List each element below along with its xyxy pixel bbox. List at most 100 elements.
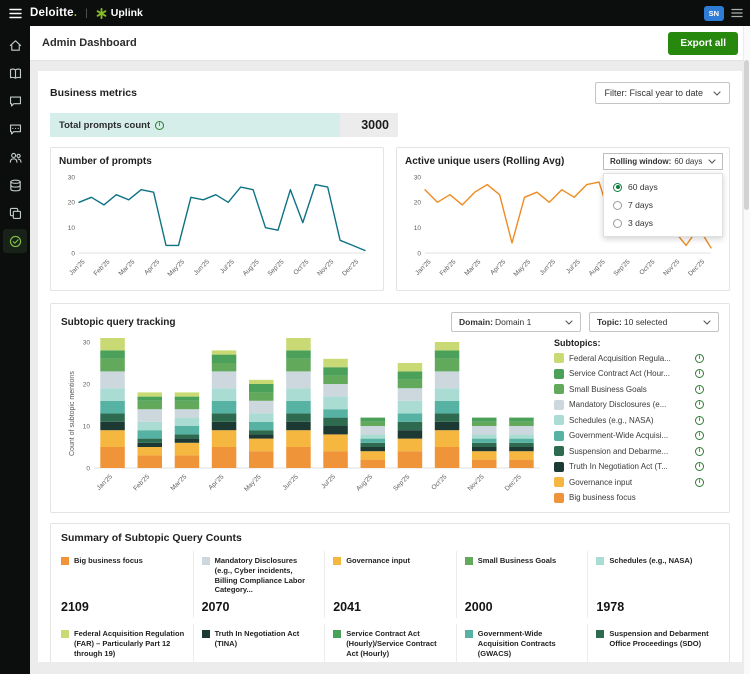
svg-text:Sep'25: Sep'25 <box>266 258 285 277</box>
rolling-option-3-days[interactable]: 3 days <box>604 214 722 232</box>
summary-title: Summary of Subtopic Query Counts <box>61 532 242 544</box>
rolling-window-select[interactable]: Rolling window: 60 days <box>603 153 723 170</box>
rolling-option-label: 7 days <box>628 200 654 210</box>
database-icon[interactable] <box>3 173 27 197</box>
fiscal-filter-dropdown[interactable]: Filter: Fiscal year to date <box>595 82 730 104</box>
svg-text:Nov'25: Nov'25 <box>316 258 335 277</box>
business-metrics-title: Business metrics <box>50 87 137 99</box>
chat-icon[interactable] <box>3 89 27 113</box>
summary-cell: Federal Acquisition Regulation (FAR) – P… <box>61 624 193 662</box>
prompts-line-chart: 0 10 20 30 Jan'25 Feb'25 Mar'25 Apr'25 May'25 Jun… <box>68 174 366 278</box>
svg-text:Mar'25: Mar'25 <box>169 473 188 492</box>
summary-cell-value: 1309 <box>333 658 448 662</box>
info-icon[interactable]: i <box>695 400 704 409</box>
legend-item: Governance input i <box>554 477 704 487</box>
summary-cell-value: 2000 <box>464 600 493 614</box>
library-icon[interactable] <box>3 61 27 85</box>
uplink-asterisk-icon <box>96 7 107 19</box>
total-prompts-bar: Total prompts count i 3000 <box>50 113 398 137</box>
check-circle-icon[interactable] <box>3 229 27 253</box>
legend-swatch-icon <box>554 384 564 394</box>
info-icon[interactable]: i <box>695 477 704 487</box>
summary-card: Summary of Subtopic Query Counts Big bus… <box>50 523 730 662</box>
legend-swatch-icon <box>554 399 564 410</box>
users-icon[interactable] <box>3 145 27 169</box>
summary-cell-header: Government-Wide Acquisition Contracts (G… <box>464 629 580 658</box>
svg-text:30: 30 <box>68 174 76 181</box>
prompts-chart-card: Number of prompts 0 10 20 30 Jan'25 Feb'25 Mar… <box>50 147 384 291</box>
summary-cell-label: Suspension and Debarment Office Proceedi… <box>609 629 709 648</box>
svg-text:20: 20 <box>83 381 91 388</box>
legend-label: Big business focus <box>569 493 636 502</box>
info-icon[interactable]: i <box>155 120 165 130</box>
legend-item: Service Contract Act (Hour... i <box>554 368 704 379</box>
svg-text:Aug'25: Aug'25 <box>355 473 374 492</box>
svg-text:Jul'25: Jul'25 <box>565 258 582 275</box>
svg-text:Feb'25: Feb'25 <box>132 473 151 492</box>
info-icon[interactable]: i <box>695 384 704 394</box>
topic-dropdown[interactable]: Topic: 10 selected <box>589 312 719 332</box>
subtopic-tracking-card: Subtopic query tracking Domain: Domain 1 … <box>50 303 730 513</box>
active-users-chart-card: Active unique users (Rolling Avg) 0 10 20 3… <box>396 147 730 291</box>
svg-text:20: 20 <box>68 200 76 207</box>
top-header: Deloitte. | Uplink SN <box>0 0 750 26</box>
feedback-icon[interactable] <box>3 117 27 141</box>
legend-item: Big business focus <box>554 492 704 503</box>
legend-swatch-icon <box>554 353 564 363</box>
deloitte-logo: Deloitte. <box>30 7 78 19</box>
svg-text:10: 10 <box>414 225 422 232</box>
hamburger-menu-icon[interactable] <box>0 8 30 19</box>
svg-text:Mar'25: Mar'25 <box>118 258 137 277</box>
info-icon[interactable]: i <box>695 431 704 440</box>
summary-cell-value: 1978 <box>596 600 625 614</box>
rolling-window-value: 60 days <box>674 157 703 166</box>
legend-label: Small Business Goals <box>569 384 647 394</box>
home-icon[interactable] <box>3 33 27 57</box>
rolling-window-menu: 60 days 7 days 3 days <box>603 173 723 237</box>
domain-dropdown[interactable]: Domain: Domain 1 <box>451 312 581 332</box>
info-icon[interactable]: i <box>695 353 704 363</box>
summary-cell-value: 2109 <box>61 600 89 614</box>
apps-menu-icon[interactable] <box>731 8 743 18</box>
rolling-option-7-days[interactable]: 7 days <box>604 196 722 214</box>
summary-cell-header: Service Contract Act (Hourly)/Service Co… <box>333 629 448 658</box>
svg-text:10: 10 <box>68 225 76 232</box>
rolling-option-60-days[interactable]: 60 days <box>604 178 722 196</box>
summary-cell-label: Schedules (e.g., NASA) <box>609 556 693 565</box>
summary-cell-label: Service Contract Act (Hourly)/Service Co… <box>346 629 437 658</box>
copy-icon[interactable] <box>3 201 27 225</box>
svg-text:Oct'25: Oct'25 <box>638 258 656 276</box>
summary-cell-header: Federal Acquisition Regulation (FAR) – P… <box>61 629 185 658</box>
legend-label: Governance input <box>569 477 633 487</box>
svg-text:Oct'25: Oct'25 <box>430 473 448 491</box>
export-all-button[interactable]: Export all <box>668 31 738 55</box>
legend-label: Truth In Negotiation Act (T... <box>569 462 668 471</box>
info-icon[interactable]: i <box>695 415 704 425</box>
subtopic-stacked-bar-chart: 0 10 20 30 Jan'25 Feb'25 Mar'25 Apr'25 May'25 Jun… <box>83 338 540 493</box>
summary-cell: Service Contract Act (Hourly)/Service Co… <box>324 624 456 662</box>
info-icon[interactable]: i <box>695 462 704 471</box>
vertical-scrollbar[interactable] <box>743 26 750 674</box>
summary-cell-label: Small Business Goals <box>477 556 557 565</box>
rolling-option-label: 3 days <box>628 218 654 228</box>
legend-item: Mandatory Disclosures (e... i <box>554 399 704 410</box>
summary-cell-label: Truth In Negotiation Act (TINA) <box>214 629 300 648</box>
subtopic-color-icon <box>61 557 69 565</box>
legend-swatch-icon <box>554 446 564 456</box>
user-initials-badge[interactable]: SN <box>703 5 724 21</box>
total-prompts-label: Total prompts count <box>59 119 151 131</box>
summary-cell-label: Big business focus <box>74 556 143 565</box>
svg-text:Jun'25: Jun'25 <box>539 258 558 277</box>
svg-text:Dec'25: Dec'25 <box>687 258 706 277</box>
rolling-option-label: 60 days <box>628 182 658 192</box>
radio-icon <box>613 218 622 228</box>
legend-label: Schedules (e.g., NASA) <box>569 415 654 425</box>
svg-text:Mar'25: Mar'25 <box>464 258 483 277</box>
info-icon[interactable]: i <box>695 369 704 378</box>
svg-text:30: 30 <box>414 174 422 181</box>
chevron-down-icon <box>708 159 716 164</box>
info-icon[interactable]: i <box>695 446 704 456</box>
scrollbar-thumb[interactable] <box>744 60 749 210</box>
svg-text:Jul'25: Jul'25 <box>219 258 236 275</box>
chevron-down-icon <box>713 90 721 96</box>
